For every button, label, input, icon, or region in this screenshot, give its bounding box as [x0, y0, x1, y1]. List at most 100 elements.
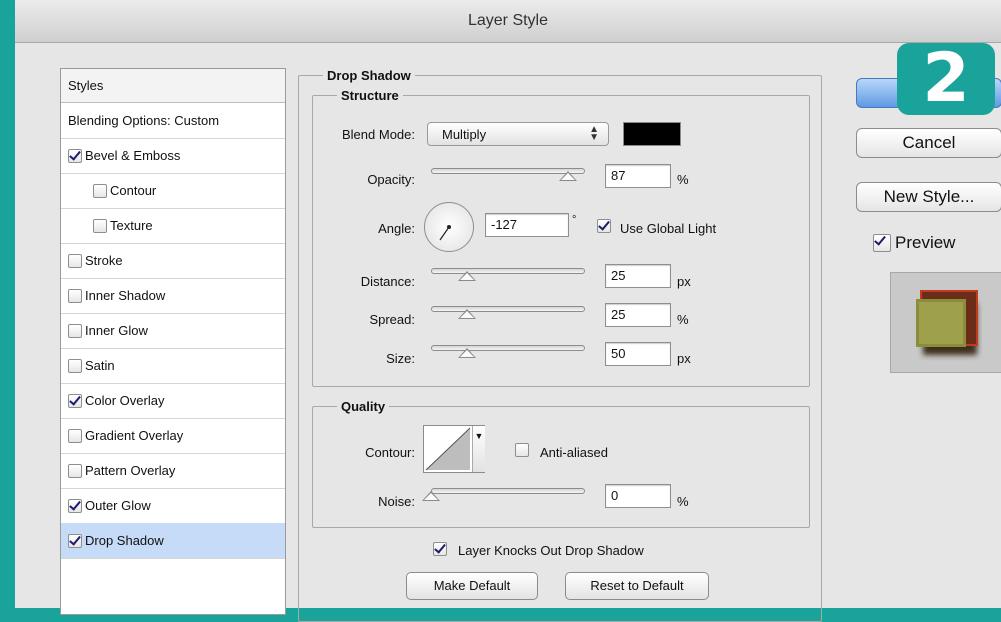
style-item-label: Pattern Overlay — [85, 463, 176, 478]
style-checkbox[interactable] — [68, 324, 82, 338]
noise-slider-thumb[interactable] — [422, 491, 440, 501]
size-input[interactable]: 50 — [605, 342, 671, 366]
quality-group: Quality — [312, 399, 810, 528]
anti-aliased-label: Anti-aliased — [540, 445, 608, 460]
noise-label: Noise: — [378, 494, 415, 509]
contour-dropdown-icon[interactable]: ▼ — [472, 426, 485, 472]
distance-slider-thumb[interactable] — [458, 271, 476, 281]
style-item-inner-glow[interactable]: Inner Glow — [61, 313, 285, 349]
angle-indicator-icon — [439, 225, 451, 241]
reset-to-default-button[interactable]: Reset to Default — [565, 572, 709, 600]
select-arrows-icon: ▲ ▼ — [589, 124, 599, 143]
style-checkbox[interactable] — [93, 219, 107, 233]
distance-unit: px — [677, 274, 691, 289]
angle-label: Angle: — [378, 221, 415, 236]
style-item-label: Color Overlay — [85, 393, 165, 408]
style-item-label: Contour — [110, 183, 157, 198]
layer-knocks-out-checkbox[interactable] — [433, 542, 447, 556]
style-checkbox[interactable] — [68, 359, 82, 373]
style-item-label: Gradient Overlay — [85, 428, 184, 443]
use-global-light-label: Use Global Light — [620, 221, 717, 236]
style-item-label: Inner Glow — [85, 323, 148, 338]
style-item-bevel-emboss[interactable]: Bevel & Emboss — [61, 138, 285, 174]
style-checkbox[interactable] — [68, 289, 82, 303]
noise-slider[interactable] — [431, 488, 585, 494]
spread-label: Spread: — [369, 312, 415, 327]
style-item-texture[interactable]: Texture — [61, 208, 285, 244]
spread-input[interactable]: 25 — [605, 303, 671, 327]
distance-label: Distance: — [360, 274, 415, 289]
style-item-label: Outer Glow — [85, 498, 151, 513]
contour-preview-icon — [425, 427, 471, 471]
opacity-slider-thumb[interactable] — [559, 171, 577, 181]
contour-picker[interactable]: ▼ — [423, 425, 485, 473]
style-item-label: Satin — [85, 358, 115, 373]
preview-checkbox[interactable] — [873, 234, 891, 252]
opacity-unit: % — [677, 172, 689, 187]
style-item-color-overlay[interactable]: Color Overlay — [61, 383, 285, 419]
size-slider[interactable] — [431, 345, 585, 351]
structure-title: Structure — [337, 88, 403, 103]
style-item-label: Drop Shadow — [85, 533, 164, 548]
opacity-label: Opacity: — [367, 172, 415, 187]
angle-input[interactable]: -127 — [485, 213, 569, 237]
distance-input[interactable]: 25 — [605, 264, 671, 288]
use-global-light-checkbox[interactable] — [597, 219, 611, 233]
style-item-label: Stroke — [85, 253, 123, 268]
style-item-contour[interactable]: Contour — [61, 173, 285, 209]
noise-unit: % — [677, 494, 689, 509]
drop-shadow-title: Drop Shadow — [323, 68, 415, 83]
style-checkbox[interactable] — [68, 394, 82, 408]
style-item-inner-shadow[interactable]: Inner Shadow — [61, 278, 285, 314]
size-label: Size: — [386, 351, 415, 366]
styles-list-header[interactable]: Styles — [61, 69, 285, 103]
style-checkbox[interactable] — [68, 534, 82, 548]
style-checkbox[interactable] — [93, 184, 107, 198]
step-number-badge: 2 — [897, 39, 995, 118]
noise-input[interactable]: 0 — [605, 484, 671, 508]
quality-title: Quality — [337, 399, 390, 414]
style-checkbox[interactable] — [68, 149, 82, 163]
style-item-stroke[interactable]: Stroke — [61, 243, 285, 279]
style-checkbox[interactable] — [68, 464, 82, 478]
layer-knocks-out-label: Layer Knocks Out Drop Shadow — [458, 543, 644, 558]
styles-header-label: Styles — [68, 78, 104, 93]
anti-aliased-checkbox[interactable] — [515, 443, 529, 457]
size-slider-thumb[interactable] — [458, 348, 476, 358]
style-checkbox[interactable] — [68, 429, 82, 443]
angle-unit: ° — [572, 214, 577, 226]
spread-slider[interactable] — [431, 306, 585, 312]
blend-mode-label: Blend Mode: — [342, 127, 415, 142]
style-item-drop-shadow[interactable]: Drop Shadow — [61, 523, 285, 559]
style-checkbox[interactable] — [68, 254, 82, 268]
blend-mode-value: Multiply — [442, 127, 487, 142]
style-item-gradient-overlay[interactable]: Gradient Overlay — [61, 418, 285, 454]
style-preview-image — [916, 290, 978, 355]
angle-dial[interactable] — [424, 202, 474, 252]
style-item-label: Bevel & Emboss — [85, 148, 181, 163]
dialog-title: Layer Style — [467, 12, 549, 29]
spread-slider-thumb[interactable] — [458, 309, 476, 319]
layer-style-dialog: Layer Style Styles Blending Options: Cus… — [15, 0, 1001, 622]
style-item-label: Inner Shadow — [85, 288, 166, 303]
size-unit: px — [677, 351, 691, 366]
preview-label: Preview — [895, 233, 956, 252]
make-default-button[interactable]: Make Default — [406, 572, 538, 600]
style-item-pattern-overlay[interactable]: Pattern Overlay — [61, 453, 285, 489]
spread-unit: % — [677, 312, 689, 327]
new-style-button[interactable]: New Style... — [856, 182, 1001, 212]
blend-mode-select[interactable]: Multiply ▲ ▼ — [427, 122, 609, 146]
opacity-input[interactable]: 87 — [605, 164, 671, 188]
style-item-outer-glow[interactable]: Outer Glow — [61, 488, 285, 524]
style-item-blending-options-custom[interactable]: Blending Options: Custom — [61, 103, 285, 139]
title-bar[interactable]: Layer Style — [15, 0, 1001, 43]
style-item-label: Blending Options: Custom — [68, 113, 220, 128]
style-preview-thumbnail — [890, 272, 1001, 373]
style-checkbox[interactable] — [68, 499, 82, 513]
cancel-button[interactable]: Cancel — [856, 128, 1001, 158]
distance-slider[interactable] — [431, 268, 585, 274]
style-item-satin[interactable]: Satin — [61, 348, 285, 384]
styles-list: Styles Blending Options: Custom Bevel & E… — [60, 68, 286, 615]
shadow-color-swatch[interactable] — [623, 122, 681, 146]
style-item-label: Texture — [110, 218, 153, 233]
